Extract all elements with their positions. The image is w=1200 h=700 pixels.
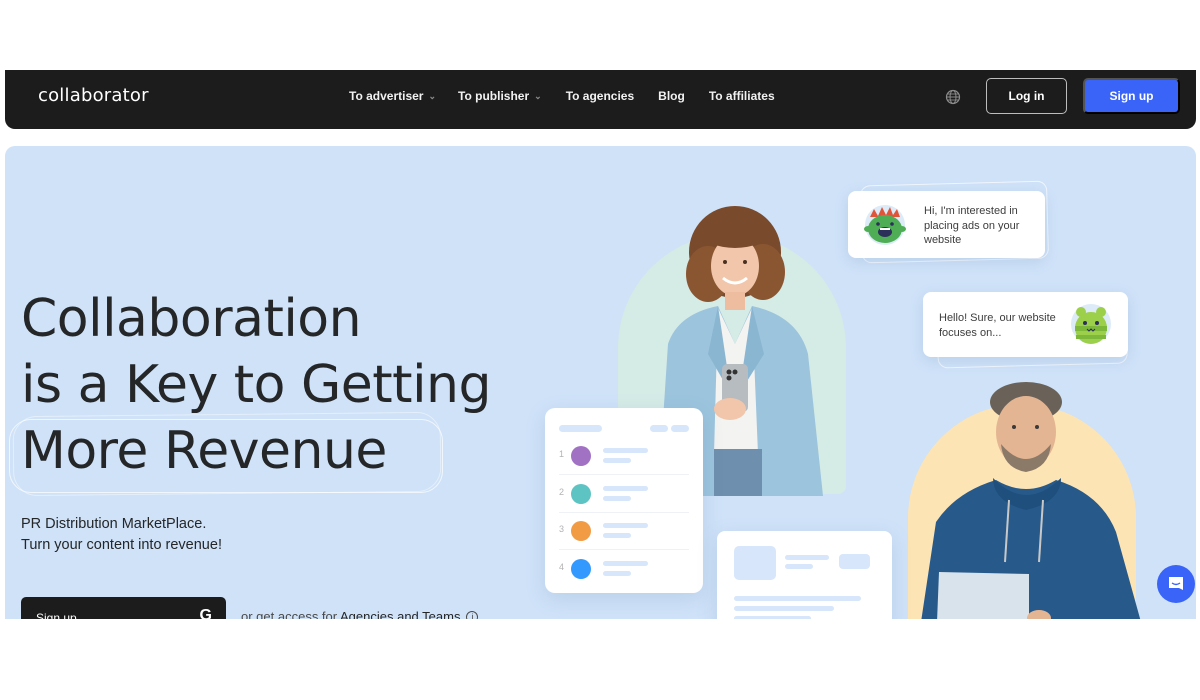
chat-icon bbox=[1169, 577, 1183, 590]
row-divider bbox=[559, 474, 689, 475]
row-divider bbox=[559, 549, 689, 550]
google-icon: G bbox=[199, 607, 212, 619]
image-placeholder bbox=[734, 546, 776, 580]
text-placeholder bbox=[785, 564, 813, 569]
logo[interactable]: collaborator bbox=[38, 85, 149, 106]
green-monster-avatar-icon bbox=[864, 205, 906, 245]
chat-bubble-advertiser: Hi, I'm interested in placing ads on you… bbox=[848, 191, 1045, 258]
chat-message-1: Hi, I'm interested in placing ads on you… bbox=[924, 205, 1020, 246]
nav-label: To advertiser bbox=[349, 89, 424, 103]
text-placeholder bbox=[603, 533, 631, 538]
rank-avatar-dot bbox=[571, 446, 591, 466]
green-blob-avatar-icon bbox=[1071, 304, 1111, 344]
hero-headline: Collaboration is a Key to Getting More R… bbox=[21, 286, 491, 484]
ranking-row: 3 bbox=[559, 513, 689, 551]
nav-label: Blog bbox=[658, 89, 685, 103]
ranking-row: 4 bbox=[559, 551, 689, 589]
hero-section: Collaboration is a Key to Getting More R… bbox=[5, 146, 1196, 619]
nav-to-affiliates[interactable]: To affiliates bbox=[709, 89, 783, 103]
text-placeholder bbox=[734, 606, 834, 611]
subtitle-line-1: PR Distribution MarketPlace. bbox=[21, 516, 207, 532]
article-preview-card bbox=[717, 531, 892, 619]
top-navbar: collaborator To advertiser ⌄ To publishe… bbox=[5, 70, 1196, 129]
ranking-card: 1 2 3 4 bbox=[545, 408, 703, 593]
headline-line-3: More Revenue bbox=[21, 421, 387, 481]
cta-alt-prefix: or get access for bbox=[241, 609, 340, 619]
subtitle-line-2: Turn your content into revenue! bbox=[21, 537, 222, 553]
text-placeholder bbox=[603, 571, 631, 576]
text-placeholder bbox=[603, 496, 631, 501]
chevron-down-icon: ⌄ bbox=[534, 90, 542, 101]
rank-avatar-dot bbox=[571, 559, 591, 579]
ranking-row: 2 bbox=[559, 476, 689, 514]
text-placeholder bbox=[603, 561, 648, 566]
cta-label: Sign up bbox=[36, 611, 77, 619]
rank-number: 2 bbox=[559, 487, 565, 497]
agencies-access-text: or get access for Agencies and Teams i bbox=[241, 609, 479, 619]
hero-signup-google-button[interactable]: Sign up G bbox=[21, 597, 226, 619]
globe-icon[interactable] bbox=[945, 89, 961, 105]
support-chat-button[interactable] bbox=[1157, 565, 1195, 603]
headline-line-1: Collaboration bbox=[21, 289, 362, 349]
agencies-teams-link[interactable]: Agencies and Teams bbox=[340, 609, 460, 619]
text-placeholder bbox=[603, 448, 648, 453]
nav-label: To publisher bbox=[458, 89, 530, 103]
chevron-down-icon: ⌄ bbox=[428, 90, 437, 101]
nav-to-advertiser[interactable]: To advertiser ⌄ bbox=[349, 89, 444, 103]
nav-blog[interactable]: Blog bbox=[658, 89, 693, 103]
text-placeholder bbox=[603, 523, 648, 528]
chat-bubble-publisher: Hello! Sure, our website focuses on... bbox=[923, 292, 1128, 357]
headline-line-2: is a Key to Getting bbox=[21, 355, 491, 415]
nav-label: To affiliates bbox=[708, 89, 775, 103]
ranking-row: 1 bbox=[559, 438, 689, 476]
nav-to-agencies[interactable]: To agencies bbox=[566, 89, 642, 103]
card-header-pill bbox=[650, 425, 668, 432]
card-header-pill bbox=[671, 425, 689, 432]
text-placeholder bbox=[603, 458, 631, 463]
text-placeholder bbox=[734, 596, 861, 601]
card-header-placeholder bbox=[559, 425, 602, 432]
text-placeholder bbox=[785, 555, 829, 560]
text-placeholder bbox=[734, 616, 811, 619]
nav-to-publisher[interactable]: To publisher ⌄ bbox=[458, 89, 550, 103]
main-nav: To advertiser ⌄ To publisher ⌄ To agenci… bbox=[349, 89, 783, 103]
info-icon[interactable]: i bbox=[466, 611, 479, 619]
rank-avatar-dot bbox=[571, 521, 591, 541]
signup-button[interactable]: Sign up bbox=[1083, 78, 1180, 114]
rank-number: 3 bbox=[559, 524, 565, 534]
tag-placeholder bbox=[839, 554, 870, 569]
man-photo bbox=[921, 382, 1141, 619]
login-button[interactable]: Log in bbox=[986, 78, 1067, 114]
nav-label: To agencies bbox=[565, 89, 635, 103]
text-placeholder bbox=[603, 486, 648, 491]
rank-number: 4 bbox=[559, 562, 565, 572]
rank-avatar-dot bbox=[571, 484, 591, 504]
hero-subtitle: PR Distribution MarketPlace. Turn your c… bbox=[21, 514, 222, 556]
rank-number: 1 bbox=[559, 449, 565, 459]
chat-message-2: Hello! Sure, our website focuses on... bbox=[939, 312, 1056, 339]
